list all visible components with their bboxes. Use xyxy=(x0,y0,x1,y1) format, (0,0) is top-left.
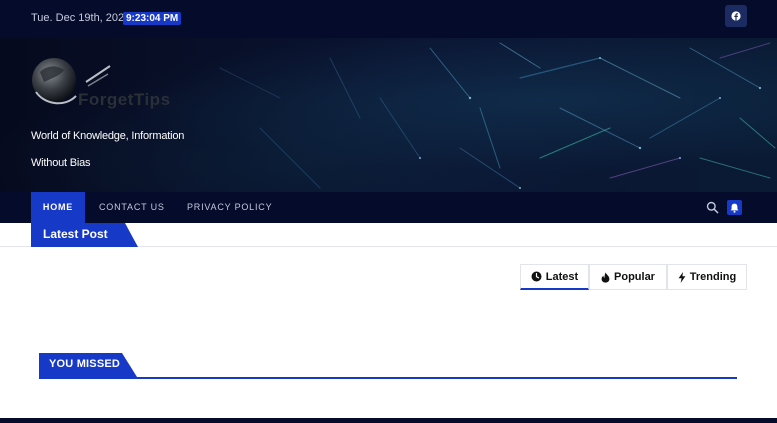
you-missed-label-text: YOU MISSED xyxy=(49,358,121,370)
header-banner: ForgetTips World of Knowledge, Informati… xyxy=(0,38,777,192)
tab-popular-label: Popular xyxy=(614,271,655,283)
main-navigation: HOME CONTACT US PRIVACY POLICY xyxy=(0,192,777,223)
nav-item-home[interactable]: HOME xyxy=(31,192,85,223)
current-date: Tue. Dec 19th, 2023 xyxy=(31,12,131,24)
tab-trending-label: Trending xyxy=(689,271,737,283)
tab-popular[interactable]: Popular xyxy=(589,264,667,290)
latest-post-label: Latest Post xyxy=(31,223,138,247)
nav-item-contact-us[interactable]: CONTACT US xyxy=(99,192,165,223)
fire-icon xyxy=(601,271,610,283)
latest-post-label-text: Latest Post xyxy=(43,227,108,241)
site-tagline-line2: Without Bias xyxy=(31,157,91,169)
facebook-icon xyxy=(731,11,741,21)
top-bar: Tue. Dec 19th, 2023 9:23:04 PM xyxy=(0,0,777,38)
latest-post-ticker: Latest Post xyxy=(0,223,777,247)
site-tagline-line1: World of Knowledge, Information xyxy=(31,130,185,142)
post-tabs: Latest Popular Trending xyxy=(520,264,747,290)
footer-edge xyxy=(0,418,777,423)
notification-button[interactable] xyxy=(727,200,742,215)
you-missed-label: YOU MISSED xyxy=(39,353,137,377)
you-missed-section-header: YOU MISSED xyxy=(39,353,737,379)
site-logo[interactable]: ForgetTips xyxy=(30,52,170,120)
section-divider-line xyxy=(39,377,737,379)
current-time-badge: 9:23:04 PM xyxy=(123,12,182,25)
bell-icon xyxy=(730,203,739,213)
clock-icon xyxy=(531,271,542,282)
search-icon xyxy=(706,201,719,214)
logo-wordmark: ForgetTips xyxy=(78,90,171,109)
facebook-link[interactable] xyxy=(725,5,747,27)
tab-latest-label: Latest xyxy=(545,270,579,283)
search-button[interactable] xyxy=(706,201,719,214)
bolt-icon xyxy=(678,271,686,283)
nav-item-privacy-policy[interactable]: PRIVACY POLICY xyxy=(187,192,272,223)
tab-trending[interactable]: Trending xyxy=(667,264,747,290)
tab-latest[interactable]: Latest xyxy=(520,264,589,290)
